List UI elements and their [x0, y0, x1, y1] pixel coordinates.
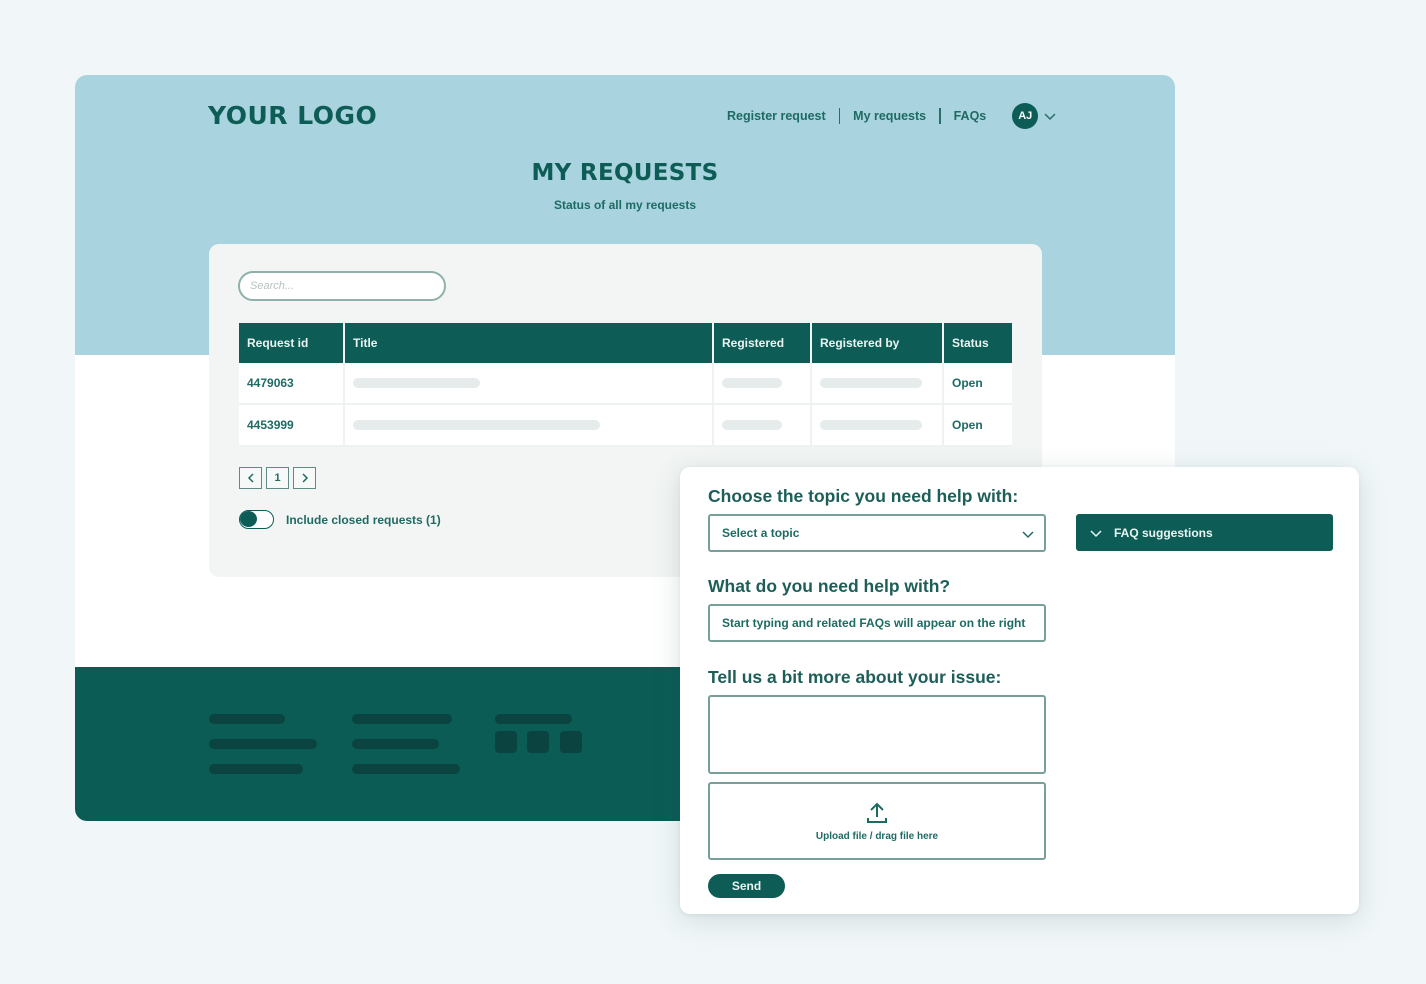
topic-select[interactable]: Select a topic — [708, 514, 1046, 552]
footer-link-placeholder — [209, 764, 303, 774]
cell-request-id: 4479063 — [239, 363, 345, 405]
upload-icon — [867, 802, 887, 823]
col-registered-by[interactable]: Registered by — [812, 323, 944, 363]
user-avatar[interactable]: AJ — [1012, 103, 1039, 129]
cell-title — [345, 363, 714, 405]
social-icon-placeholder — [495, 731, 517, 753]
include-closed-toggle-row: Include closed requests (1) — [239, 510, 441, 529]
help-input-placeholder: Start typing and related FAQs will appea… — [722, 616, 1026, 630]
top-nav: Register request My requests FAQs AJ — [727, 103, 1056, 129]
chevron-down-icon — [1090, 527, 1102, 539]
col-registered[interactable]: Registered — [714, 323, 812, 363]
chevron-left-icon — [247, 473, 254, 483]
footer-link-placeholder — [495, 714, 572, 724]
registered-by-placeholder — [820, 420, 922, 430]
logo[interactable]: YOUR LOGO — [208, 101, 377, 130]
registered-by-placeholder — [820, 378, 922, 388]
page-button[interactable]: 1 — [266, 467, 289, 489]
table-row[interactable]: 4453999 Open — [239, 405, 1012, 447]
prev-page-button[interactable] — [239, 467, 262, 489]
cell-status: Open — [944, 363, 1012, 405]
toggle-label: Include closed requests (1) — [286, 512, 441, 527]
file-upload-dropzone[interactable]: Upload file / drag file here — [708, 782, 1046, 860]
col-request-id[interactable]: Request id — [239, 323, 345, 363]
registered-placeholder — [722, 420, 782, 430]
col-status[interactable]: Status — [944, 323, 1012, 363]
table-row[interactable]: 4479063 Open — [239, 363, 1012, 405]
footer-link-placeholder — [352, 739, 439, 749]
footer-link-placeholder — [209, 714, 285, 724]
chevron-down-icon — [1022, 528, 1034, 540]
cell-registered-by — [812, 363, 944, 405]
topic-question: Choose the topic you need help with: — [708, 486, 1019, 506]
next-page-button[interactable] — [293, 467, 316, 489]
issue-textarea[interactable] — [708, 695, 1046, 774]
faq-suggestions-button[interactable]: FAQ suggestions — [1076, 514, 1333, 551]
cell-registered — [714, 405, 812, 447]
search-input[interactable]: Search... — [238, 271, 446, 301]
table-header-row: Request id Title Registered Registered b… — [239, 323, 1012, 363]
help-question: What do you need help with? — [708, 576, 951, 596]
toggle-knob — [240, 511, 257, 527]
issue-question: Tell us a bit more about your issue: — [708, 667, 1002, 687]
send-button[interactable]: Send — [708, 874, 785, 898]
nav-my-requests[interactable]: My requests — [853, 109, 926, 123]
social-icon-placeholder — [560, 731, 582, 753]
cell-registered — [714, 363, 812, 405]
chevron-right-icon — [301, 473, 308, 483]
cell-title — [345, 405, 714, 447]
cell-status: Open — [944, 405, 1012, 447]
include-closed-toggle[interactable] — [239, 510, 274, 529]
requests-table: Request id Title Registered Registered b… — [239, 323, 1012, 447]
footer-link-placeholder — [352, 714, 452, 724]
nav-faqs[interactable]: FAQs — [954, 109, 987, 123]
search-placeholder: Search... — [250, 280, 295, 292]
social-icon-placeholder — [527, 731, 549, 753]
nav-divider — [838, 108, 841, 124]
footer-link-placeholder — [352, 764, 460, 774]
title-placeholder — [353, 420, 600, 430]
upload-label: Upload file / drag file here — [815, 830, 939, 842]
cell-registered-by — [812, 405, 944, 447]
faq-suggestions-label: FAQ suggestions — [1114, 525, 1213, 540]
topic-select-value: Select a topic — [722, 526, 800, 540]
help-input[interactable]: Start typing and related FAQs will appea… — [708, 604, 1046, 642]
page-title: MY REQUESTS — [531, 160, 719, 186]
nav-divider — [939, 108, 941, 124]
pagination: 1 — [239, 467, 316, 489]
cell-request-id: 4453999 — [239, 405, 345, 447]
registered-placeholder — [722, 378, 782, 388]
help-request-form: Choose the topic you need help with: Sel… — [680, 467, 1359, 914]
page-subtitle: Status of all my requests — [553, 198, 697, 212]
title-placeholder — [353, 378, 480, 388]
footer-link-placeholder — [209, 739, 317, 749]
nav-register-request[interactable]: Register request — [727, 109, 826, 123]
col-title[interactable]: Title — [345, 323, 714, 363]
chevron-down-icon[interactable] — [1044, 110, 1056, 122]
